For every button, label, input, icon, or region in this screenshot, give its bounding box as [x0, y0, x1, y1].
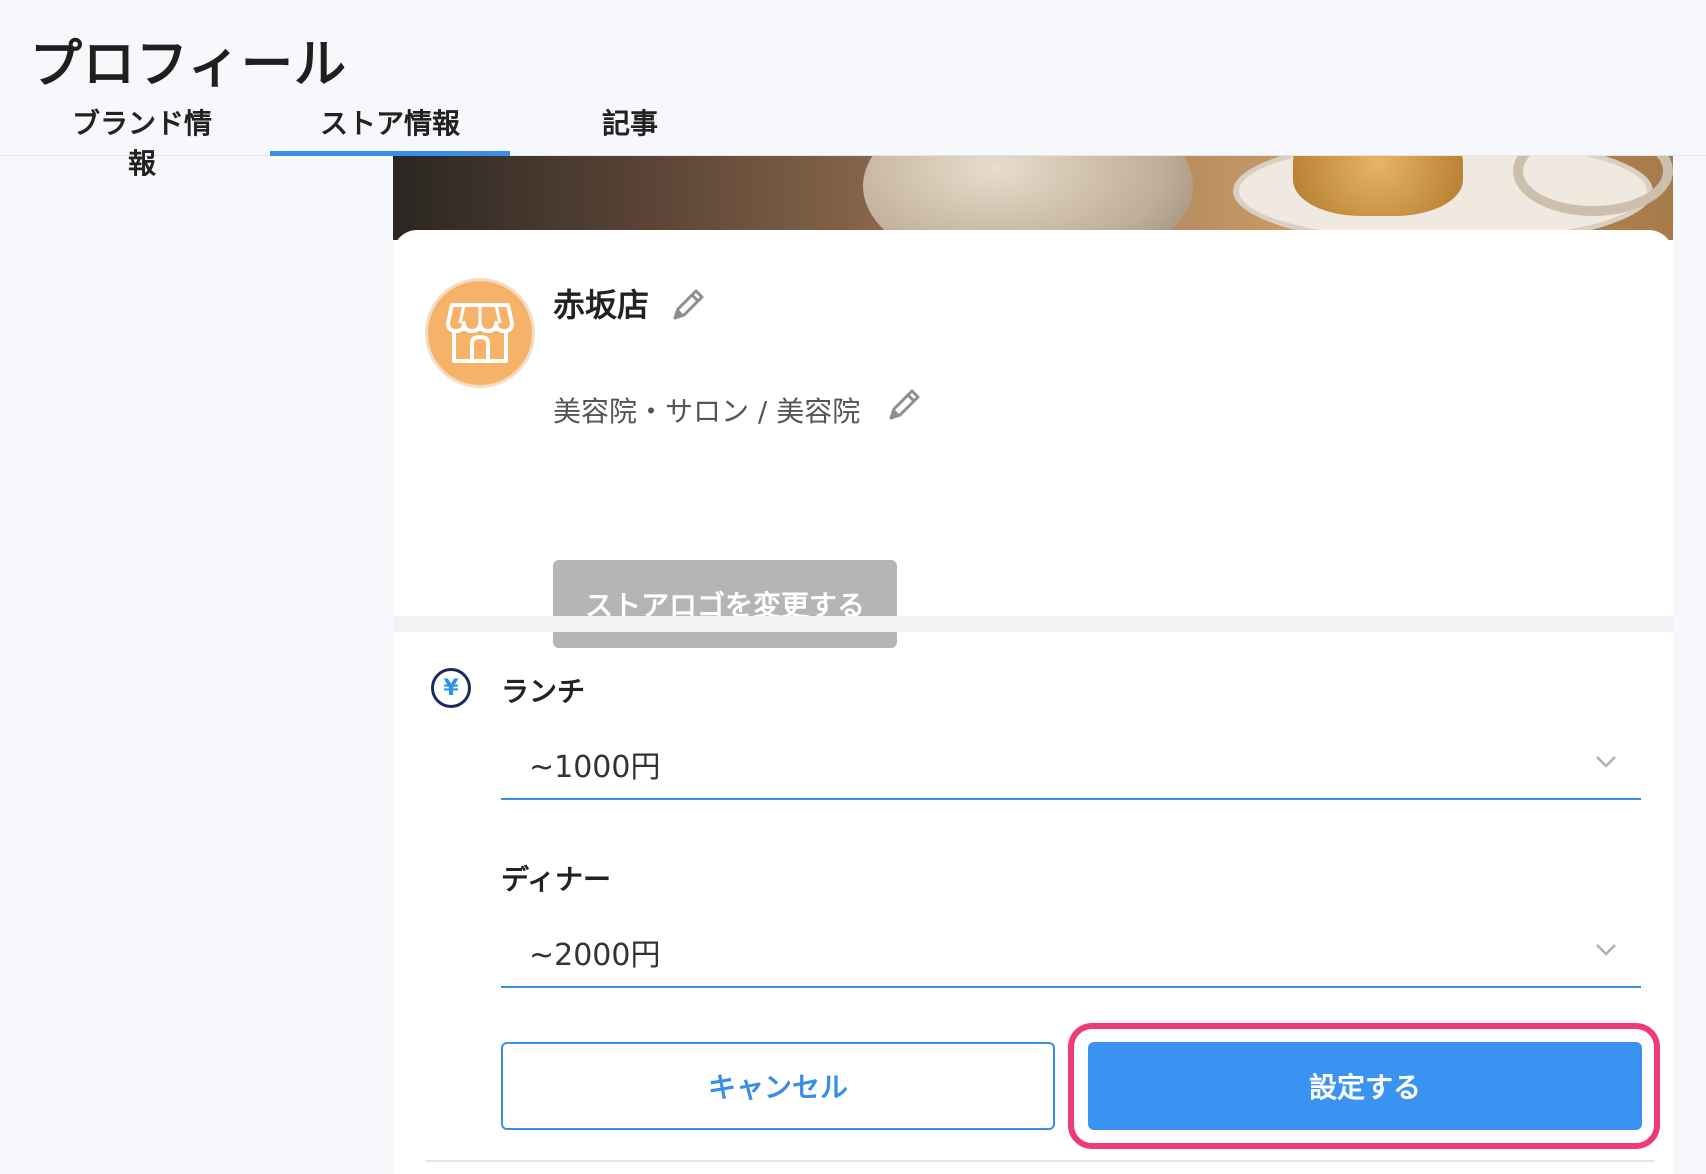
submit-button[interactable]: 設定する — [1088, 1042, 1642, 1130]
lunch-price-select[interactable]: ~1000円 — [501, 724, 1641, 800]
page-header: プロフィール ブランド情報 ストア情報 記事 — [0, 0, 1706, 180]
chevron-down-icon — [1596, 756, 1616, 768]
tab-store-info[interactable]: ストア情報 — [270, 104, 510, 156]
tab-articles[interactable]: 記事 — [588, 104, 672, 156]
yen-icon: ¥ — [431, 668, 471, 708]
lunch-price-value: ~1000円 — [529, 750, 661, 785]
store-profile-card: 赤坂店 美容院・サロン / 美容院 ストアロゴを変更する ¥ ランチ ~1000… — [393, 156, 1673, 1174]
change-logo-button[interactable]: ストアロゴを変更する — [553, 560, 897, 648]
chevron-down-icon — [1596, 944, 1616, 956]
edit-name-pencil-icon[interactable] — [669, 284, 709, 324]
tab-brand-info[interactable]: ブランド情報 — [62, 104, 222, 180]
store-category: 美容院・サロン / 美容院 — [553, 395, 861, 428]
store-name: 赤坂店 — [553, 286, 650, 324]
dinner-label: ディナー — [501, 863, 612, 896]
cancel-button[interactable]: キャンセル — [501, 1042, 1055, 1130]
page-title: プロフィール — [30, 35, 347, 95]
dinner-price-select[interactable]: ~2000円 — [501, 912, 1641, 988]
dinner-price-value: ~2000円 — [529, 938, 661, 973]
edit-category-pencil-icon[interactable] — [885, 384, 925, 424]
store-info-section: 赤坂店 美容院・サロン / 美容院 ストアロゴを変更する — [393, 230, 1673, 648]
store-icon — [446, 303, 514, 363]
store-avatar — [425, 278, 535, 388]
bottom-divider — [425, 1160, 1655, 1162]
cover-image — [393, 156, 1673, 240]
section-divider — [393, 616, 1673, 632]
lunch-label: ランチ — [501, 675, 586, 708]
